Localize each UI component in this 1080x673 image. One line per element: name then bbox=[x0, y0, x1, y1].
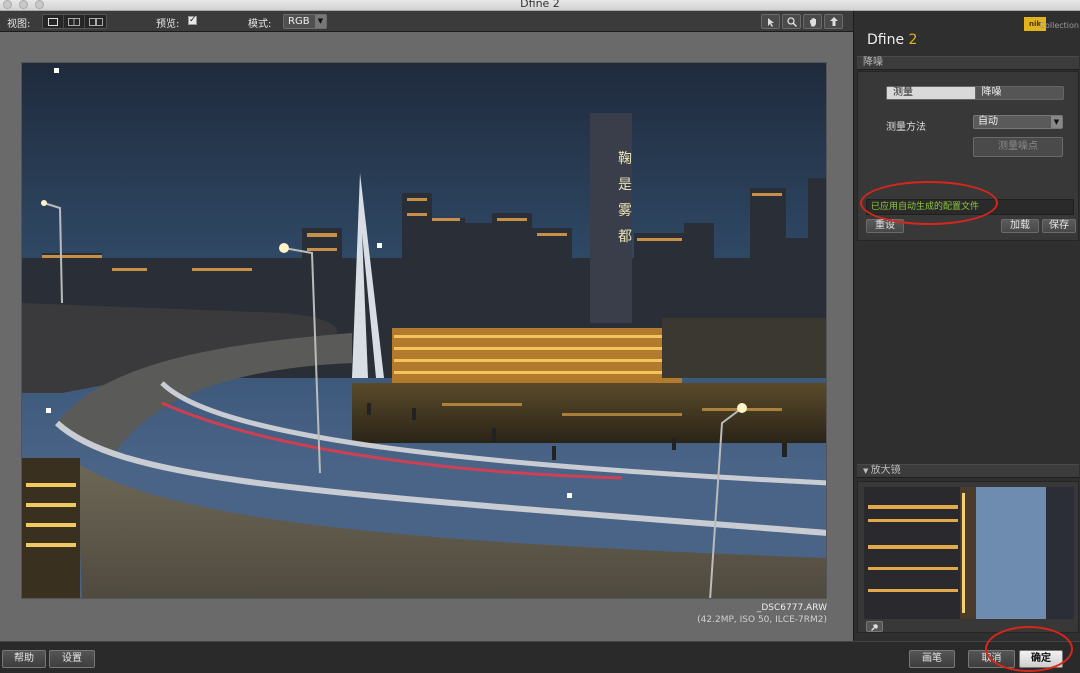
method-select[interactable]: 自动 ▼ bbox=[973, 115, 1063, 129]
zoom-tool-button[interactable] bbox=[782, 14, 801, 29]
control-point-icon bbox=[829, 16, 838, 26]
mode-value: RGB bbox=[288, 16, 310, 27]
magnifier-view bbox=[864, 487, 1074, 619]
mode-label: 模式: bbox=[248, 19, 272, 30]
toolbar: 视图: 预览: ✓ 模式: RGB ▼ bbox=[0, 11, 853, 32]
tab-measure[interactable]: 测量 bbox=[887, 87, 976, 99]
view-single-button[interactable] bbox=[43, 15, 64, 28]
file-info: _DSC6777.ARW (42.2MP, ISO 50, ILCE-7RM2) bbox=[697, 602, 827, 626]
help-button[interactable]: 帮助 bbox=[2, 650, 46, 668]
magnifier-header[interactable]: ▼ 放大镜 bbox=[857, 464, 1079, 478]
annotation-circle bbox=[860, 181, 998, 225]
noise-reduction-header[interactable]: 降噪 bbox=[857, 56, 1079, 70]
method-label: 测量方法 bbox=[886, 122, 926, 133]
measure-reduce-tabs: 测量 降噪 bbox=[886, 86, 1064, 100]
settings-button[interactable]: 设置 bbox=[49, 650, 95, 668]
chevron-down-icon: ▼ bbox=[1051, 116, 1062, 128]
view-split-button[interactable] bbox=[64, 15, 85, 28]
view-side-by-side-button[interactable] bbox=[85, 15, 106, 28]
night-cityscape-photo: 鞠 是 雾 都 bbox=[22, 63, 826, 598]
hand-icon bbox=[809, 17, 816, 26]
title-bar: Dfine 2 bbox=[0, 0, 1080, 11]
tower-char-4: 都 bbox=[618, 229, 632, 245]
pin-magnifier-button[interactable] bbox=[866, 621, 883, 632]
bottom-bar: 帮助 设置 画笔 取消 确定 bbox=[0, 641, 1080, 673]
dfine-window: Dfine 2 视图: 预览: ✓ 模式: RGB ▼ 鞠 是 雾 都 _DSC… bbox=[0, 0, 1080, 673]
side-by-side-view-icon bbox=[88, 17, 103, 26]
pointer-tool-button[interactable] bbox=[761, 14, 780, 29]
tower-char-1: 鞠 bbox=[618, 151, 632, 167]
magnifier-image bbox=[864, 487, 1074, 619]
view-label: 视图: bbox=[7, 19, 31, 30]
chevron-down-icon: ▼ bbox=[315, 15, 326, 28]
preview-image[interactable]: 鞠 是 雾 都 bbox=[21, 62, 827, 599]
view-mode-segment bbox=[42, 14, 107, 29]
triangle-down-icon: ▼ bbox=[863, 467, 871, 475]
file-details: (42.2MP, ISO 50, ILCE-7RM2) bbox=[697, 615, 827, 625]
app-version: 2 bbox=[908, 32, 918, 48]
mode-select[interactable]: RGB ▼ bbox=[283, 14, 327, 29]
method-value: 自动 bbox=[978, 116, 998, 127]
save-button[interactable]: 保存 bbox=[1042, 219, 1076, 233]
load-button[interactable]: 加载 bbox=[1001, 219, 1039, 233]
control-panel: nik Collection Dfine 2 降噪 测量 降噪 测量方法 自动 … bbox=[853, 11, 1080, 641]
single-view-icon bbox=[48, 17, 58, 26]
pin-icon bbox=[871, 623, 878, 631]
file-name: _DSC6777.ARW bbox=[756, 603, 827, 613]
control-point-tool-button[interactable] bbox=[824, 14, 843, 29]
arrow-cursor-icon bbox=[767, 17, 774, 27]
magnifier-title: 放大镜 bbox=[870, 465, 901, 476]
magnifier-icon bbox=[786, 16, 797, 27]
tower-char-3: 雾 bbox=[618, 203, 632, 219]
magnifier-section bbox=[857, 481, 1079, 633]
tab-reduce[interactable]: 降噪 bbox=[976, 87, 1064, 99]
tower-char-2: 是 bbox=[618, 177, 632, 193]
nik-collection-label: Collection bbox=[1039, 21, 1079, 30]
annotation-circle-ok bbox=[985, 626, 1073, 672]
measure-noise-button[interactable]: 测量噪点 bbox=[973, 137, 1063, 157]
brush-button[interactable]: 画笔 bbox=[909, 650, 955, 668]
preview-label: 预览: bbox=[156, 19, 180, 30]
split-view-icon bbox=[68, 17, 80, 26]
app-name: Dfine 2 bbox=[867, 32, 917, 48]
hand-tool-button[interactable] bbox=[803, 14, 822, 29]
preview-area: 鞠 是 雾 都 _DSC6777.ARW (42.2MP, ISO 50, IL… bbox=[0, 32, 853, 641]
app-name-text: Dfine bbox=[867, 32, 905, 48]
preview-checkbox[interactable]: ✓ bbox=[188, 16, 197, 25]
window-title: Dfine 2 bbox=[520, 0, 560, 10]
